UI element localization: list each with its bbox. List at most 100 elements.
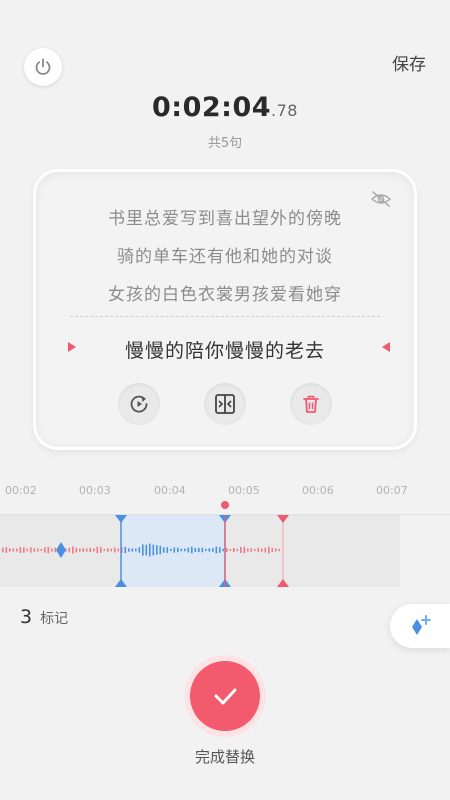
waveform-bar bbox=[243, 546, 246, 554]
waveform-bar bbox=[240, 546, 242, 554]
waveform-bar bbox=[250, 548, 253, 552]
waveform-bar bbox=[30, 547, 32, 553]
waveform-bar bbox=[163, 547, 165, 553]
waveform-bar bbox=[72, 546, 74, 554]
marks-count: 3 标记 bbox=[20, 606, 68, 628]
lyric-card: 书里总爱写到喜出望外的傍晚 骑的单车还有他和她的对谈 女孩的白色衣裳男孩爱看她穿… bbox=[36, 172, 414, 447]
done-label: 完成替换 bbox=[194, 748, 255, 766]
marks-count-label: 标记 bbox=[40, 611, 69, 627]
waveform-bar bbox=[5, 547, 8, 553]
waveform-bar bbox=[40, 548, 43, 552]
selection-start-handle-top bbox=[115, 515, 127, 523]
waveform-bar bbox=[37, 548, 39, 552]
timer-display: 0:02:04.78 bbox=[0, 92, 450, 123]
split-button[interactable] bbox=[204, 383, 246, 425]
waveform-bar bbox=[128, 548, 130, 552]
lyric-line-1[interactable]: 书里总爱写到喜出望外的傍晚 bbox=[36, 204, 414, 229]
waveform-bar bbox=[103, 548, 106, 552]
lyric-line-2[interactable]: 骑的单车还有他和她的对谈 bbox=[36, 242, 414, 267]
add-mark-icon bbox=[412, 615, 431, 635]
waveform-bar bbox=[23, 547, 25, 553]
tick-label: 00:02 bbox=[5, 484, 37, 497]
triangle-left-icon bbox=[382, 342, 390, 352]
waveform-bar bbox=[268, 546, 270, 554]
lyric-line-3[interactable]: 女孩的白色衣裳男孩爱看她穿 bbox=[36, 280, 414, 305]
waveform-bar bbox=[82, 548, 85, 552]
waveform-bar bbox=[208, 548, 211, 552]
waveform-bar bbox=[117, 548, 120, 552]
waveform-bar bbox=[275, 548, 277, 552]
add-mark-button[interactable] bbox=[390, 604, 450, 648]
waveform-bar bbox=[54, 547, 57, 553]
waveform[interactable] bbox=[0, 515, 450, 587]
tick-label: 00:06 bbox=[302, 484, 334, 497]
waveform-bar bbox=[12, 548, 15, 552]
waveform-bar bbox=[177, 547, 179, 553]
mark-handle-top bbox=[277, 515, 289, 523]
replay-icon bbox=[130, 395, 148, 413]
power-button[interactable] bbox=[24, 48, 62, 86]
waveform-bar bbox=[110, 548, 113, 552]
timer-main: 0:02:04 bbox=[152, 92, 272, 123]
waveform-bar bbox=[205, 548, 207, 552]
waveform-bars bbox=[2, 543, 281, 557]
waveform-bar bbox=[264, 547, 267, 553]
check-icon bbox=[214, 688, 237, 705]
tick-label: 00:05 bbox=[228, 484, 260, 497]
waveform-bar bbox=[184, 548, 186, 552]
trash-icon bbox=[303, 395, 319, 413]
waveform-bar bbox=[180, 548, 183, 552]
waveform-bar bbox=[9, 548, 11, 552]
waveform-bar bbox=[219, 547, 221, 553]
waveform-bar bbox=[96, 546, 99, 554]
done-button[interactable] bbox=[184, 655, 266, 737]
waveform-bar bbox=[19, 546, 22, 554]
waveform-bar bbox=[254, 548, 256, 552]
waveform-bar bbox=[166, 547, 169, 553]
waveform-bar bbox=[47, 546, 50, 554]
save-button[interactable]: 保存 bbox=[392, 50, 426, 75]
sentence-count: 共5句 bbox=[207, 136, 243, 151]
waveform-bar bbox=[233, 548, 235, 552]
waveform-bar bbox=[229, 548, 232, 552]
waveform-bar bbox=[33, 548, 36, 552]
waveform-bar bbox=[257, 547, 260, 553]
waveform-bar bbox=[201, 547, 204, 553]
playhead-knob[interactable] bbox=[219, 499, 231, 511]
waveform-bar bbox=[170, 548, 172, 552]
current-lyric-line[interactable]: 慢慢的陪你慢慢的老去 bbox=[36, 336, 414, 363]
waveform-bar bbox=[2, 547, 4, 553]
waveform-bar bbox=[261, 548, 263, 552]
done-button-inner[interactable] bbox=[190, 661, 260, 731]
waveform-bar bbox=[86, 548, 88, 552]
waveform-bar bbox=[51, 548, 53, 552]
tick-label: 00:07 bbox=[376, 484, 408, 497]
split-icon bbox=[215, 394, 235, 414]
replay-button[interactable] bbox=[118, 383, 160, 425]
waveform-bar bbox=[198, 547, 200, 553]
waveform-bar bbox=[187, 547, 190, 553]
power-icon bbox=[35, 58, 51, 75]
tick-label: 00:04 bbox=[154, 484, 186, 497]
waveform-bar bbox=[68, 547, 71, 553]
waveform-bar bbox=[107, 548, 109, 552]
delete-button[interactable] bbox=[290, 383, 332, 425]
marks-count-number: 3 bbox=[20, 606, 33, 628]
diamond-mark bbox=[56, 542, 66, 558]
waveform-bar bbox=[215, 546, 218, 554]
waveform-bar bbox=[222, 548, 225, 552]
waveform-bar bbox=[138, 547, 141, 553]
waveform-bar bbox=[226, 547, 228, 553]
waveform-bar bbox=[16, 548, 18, 552]
waveform-bar bbox=[149, 543, 151, 557]
waveform-bar bbox=[212, 548, 214, 552]
waveform-bar bbox=[236, 548, 239, 552]
waveform-bar bbox=[131, 548, 134, 552]
waveform-bar bbox=[278, 548, 281, 552]
waveform-bar bbox=[152, 544, 155, 556]
waveform-bar bbox=[191, 546, 193, 554]
selection-start-handle-bottom bbox=[115, 579, 127, 587]
mark-handle-bottom bbox=[277, 579, 289, 587]
waveform-bar bbox=[79, 548, 81, 552]
waveform-bar bbox=[89, 547, 92, 553]
